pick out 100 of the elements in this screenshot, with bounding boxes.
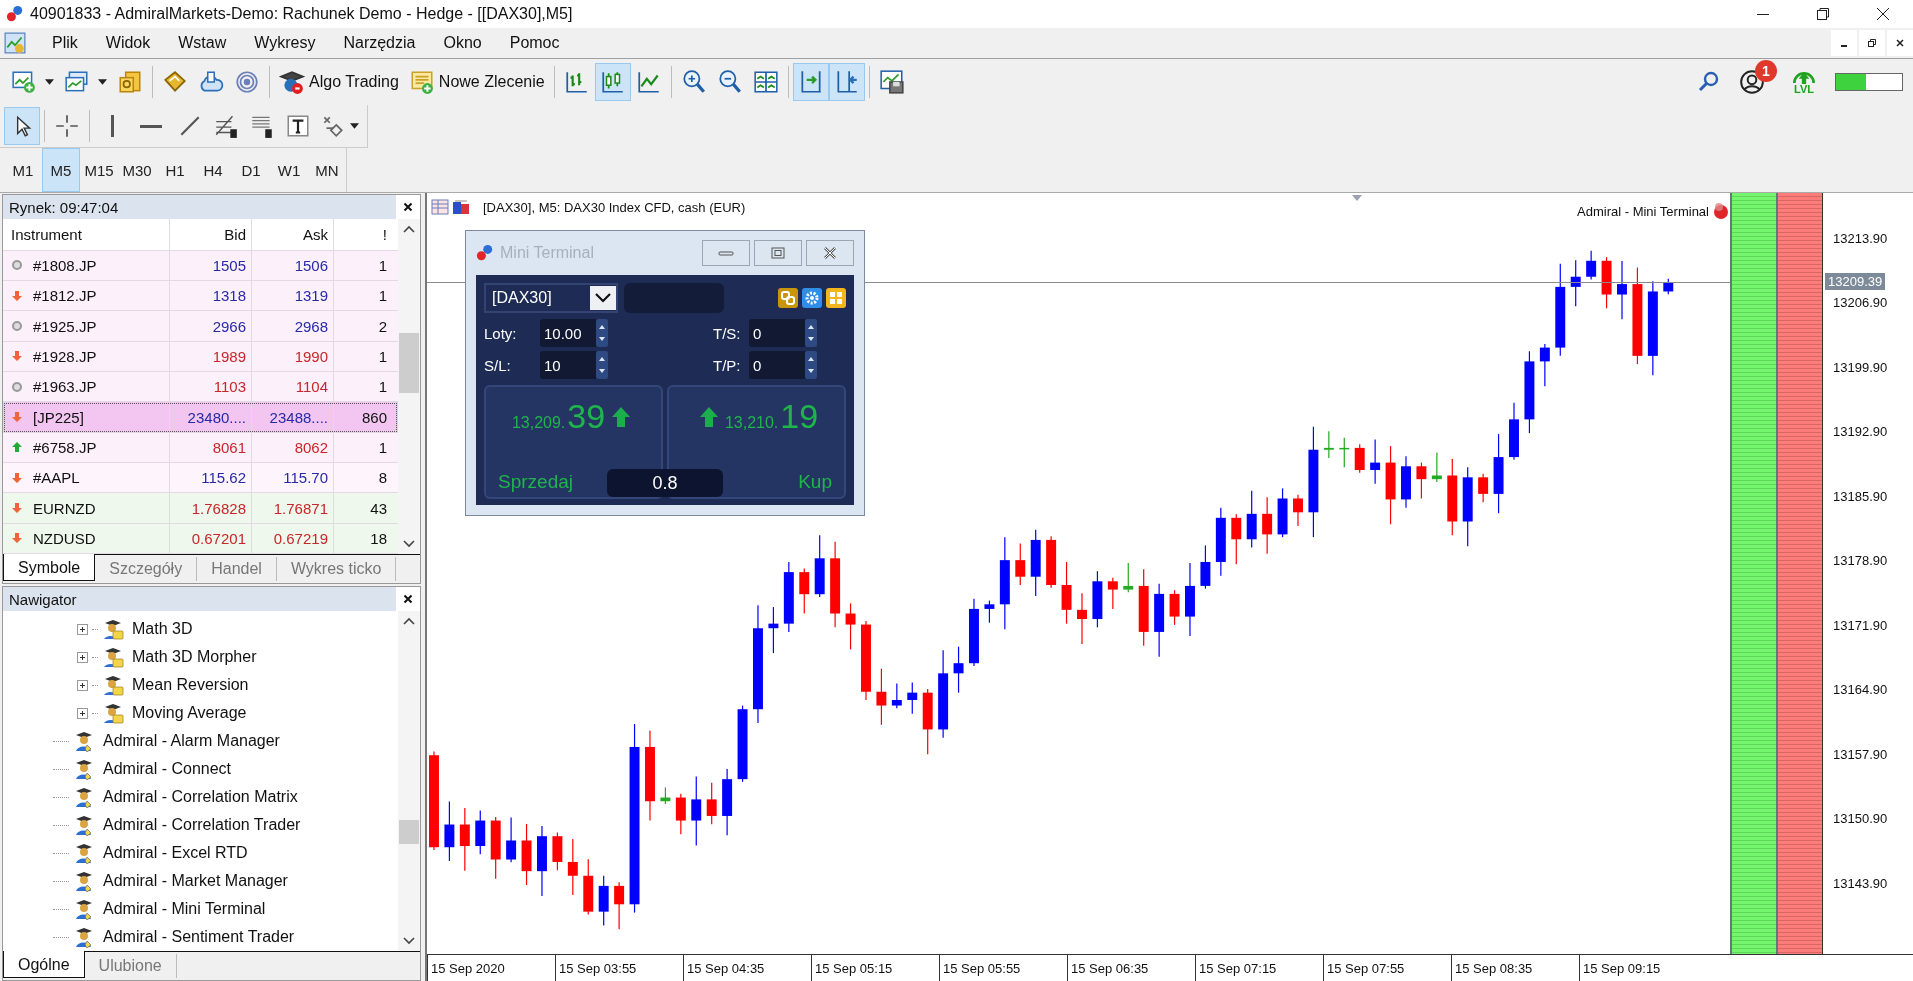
time-tick-label: 15 Sep 09:15: [1579, 955, 1707, 981]
panel-tab[interactable]: Szczegóły: [95, 557, 198, 581]
time-tick-label: 15 Sep 03:55: [555, 955, 683, 981]
table-row[interactable]: EURNZD 1.76828 1.76871 43: [3, 493, 398, 524]
table-row[interactable]: #1963.JP 1103 1104 1: [3, 372, 398, 403]
table-cell: 2966: [170, 311, 252, 341]
table-row[interactable]: #1928.JP 1989 1990 1: [3, 341, 398, 373]
panel-tab[interactable]: Wykres ticko: [276, 557, 397, 581]
table-cell-text: 1: [377, 286, 388, 307]
menu-item[interactable]: Wstaw: [164, 30, 241, 56]
time-tick-label: 15 Sep 2020: [427, 955, 555, 981]
tree-item[interactable]: Admiral - Connect: [3, 755, 398, 783]
table-cell: 8062: [252, 432, 334, 462]
number-field[interactable]: 0: [749, 351, 817, 379]
table-cell: 1505: [170, 250, 252, 281]
timeframe-button[interactable]: M5: [42, 148, 80, 192]
table-cell: 2968: [252, 311, 334, 341]
time-tick-label: 15 Sep 08:35: [1451, 955, 1579, 981]
menu-item[interactable]: Widok: [91, 30, 165, 56]
symbol-dropdown[interactable]: [DAX30]: [484, 283, 618, 313]
table-cell: 1990: [252, 341, 334, 372]
table-cell: 0.67219: [252, 523, 334, 553]
price-tick-label: 13199.90: [1832, 359, 1888, 375]
panel-tab[interactable]: Ulubione: [84, 954, 177, 978]
timeframe-button[interactable]: MN: [308, 148, 346, 192]
table-cell: 0.67201: [170, 523, 252, 553]
price-tick-label: 13192.90: [1832, 424, 1888, 440]
table-row[interactable]: [JP225] 23480.... 23488.... 860: [3, 402, 398, 433]
chart-title: [DAX30], M5: DAX30 Index CFD, cash (EUR): [483, 199, 746, 215]
time-tick-label: 15 Sep 05:55: [939, 955, 1067, 981]
tree-item[interactable]: Admiral - Mini Terminal: [3, 895, 398, 923]
column-header[interactable]: Instrument: [3, 219, 170, 250]
column-header[interactable]: !: [334, 219, 392, 250]
table-cell: #1928.JP: [33, 347, 97, 365]
menu-item[interactable]: Okno: [429, 30, 496, 56]
table-row[interactable]: #1808.JP 1505 1506 1: [3, 250, 398, 282]
table-cell-text: 8: [377, 468, 388, 489]
price-tick-label: 13171.90: [1832, 617, 1888, 633]
timeframe-button[interactable]: M30: [118, 148, 156, 192]
tree-item[interactable]: Admiral - Excel RTD: [3, 839, 398, 867]
table-cell: 115.62: [170, 463, 252, 493]
table-cell: #6758.JP: [33, 438, 97, 456]
time-tick-label: 15 Sep 05:15: [811, 955, 939, 981]
time-tick-label: 15 Sep 06:35: [1067, 955, 1195, 981]
table-cell-text: 18: [369, 528, 388, 549]
field-label: T/P:: [713, 356, 742, 374]
table-cell: #1812.JP: [33, 287, 97, 305]
tree-item[interactable]: Admiral - Correlation Trader: [3, 811, 398, 839]
number-field[interactable]: 10.00: [540, 319, 608, 347]
menu-item[interactable]: Wykresy: [240, 30, 330, 56]
tree-item[interactable]: Admiral - Market Manager: [3, 867, 398, 895]
table-row[interactable]: #1812.JP 1318 1319 1: [3, 281, 398, 312]
table-cell: EURNZD: [33, 499, 96, 517]
tree-item[interactable]: Math 3D Morpher: [3, 643, 398, 671]
timeframe-button[interactable]: D1: [232, 148, 270, 192]
panel-tab[interactable]: Ogólne: [3, 951, 85, 978]
table-cell: #1808.JP: [33, 256, 97, 274]
table-cell: 1103: [170, 372, 252, 402]
table-cell: 1318: [170, 281, 252, 311]
column-header[interactable]: Bid: [170, 219, 252, 250]
table-cell: 1989: [170, 341, 252, 372]
timeframe-button[interactable]: M1: [4, 148, 42, 192]
tree-item[interactable]: Admiral - Sentiment Trader: [3, 923, 398, 951]
table-row[interactable]: #1925.JP 2966 2968 2: [3, 311, 398, 342]
table-cell: #1963.JP: [33, 378, 97, 396]
timeframe-button[interactable]: M15: [80, 148, 118, 192]
menu-item[interactable]: Plik: [38, 30, 92, 56]
graduation-cap-button[interactable]: Algo Trading: [274, 63, 404, 101]
tree-item[interactable]: Admiral - Correlation Matrix: [3, 783, 398, 811]
table-cell: 23480....: [170, 402, 252, 432]
table-cell: 1319: [252, 281, 334, 311]
number-field[interactable]: 0: [749, 319, 817, 347]
timeframe-button[interactable]: H1: [156, 148, 194, 192]
notification-badge: 1: [1755, 60, 1777, 82]
tree-item[interactable]: Math 3D: [3, 615, 398, 643]
table-cell-text: 1: [377, 377, 388, 398]
panel-title: Rynek: 09:47:04: [9, 198, 119, 216]
timeframe-button[interactable]: W1: [270, 148, 308, 192]
table-cell: 115.70: [252, 463, 334, 493]
tree-item[interactable]: Moving Average: [3, 699, 398, 727]
table-row[interactable]: #AAPL 115.62 115.70 8: [3, 463, 398, 494]
table-cell: #AAPL: [33, 469, 80, 487]
timeframe-button[interactable]: H4: [194, 148, 232, 192]
new-order-button[interactable]: Nowe Zlecenie: [403, 63, 550, 101]
panel-tab[interactable]: Handel: [197, 557, 277, 581]
price-tick-label: 13185.90: [1832, 488, 1888, 504]
tree-item[interactable]: Admiral - Alarm Manager: [3, 727, 398, 755]
field-label: S/L:: [484, 356, 512, 374]
panel-tab[interactable]: Symbole: [3, 554, 96, 581]
price-tick-label: 13150.90: [1832, 811, 1888, 827]
menu-item[interactable]: Narzędzia: [329, 30, 430, 56]
tree-item[interactable]: Mean Reversion: [3, 671, 398, 699]
table-row[interactable]: NZDUSD 0.67201 0.67219 18: [3, 523, 398, 554]
table-cell-text: 860: [360, 407, 388, 428]
menu-item[interactable]: Pomoc: [495, 30, 574, 56]
column-header[interactable]: Ask: [252, 219, 334, 250]
table-cell-text: 43: [369, 498, 388, 519]
table-row[interactable]: #6758.JP 8061 8062 1: [3, 432, 398, 463]
number-field[interactable]: 10: [540, 351, 608, 379]
table-cell: 1104: [252, 372, 334, 402]
